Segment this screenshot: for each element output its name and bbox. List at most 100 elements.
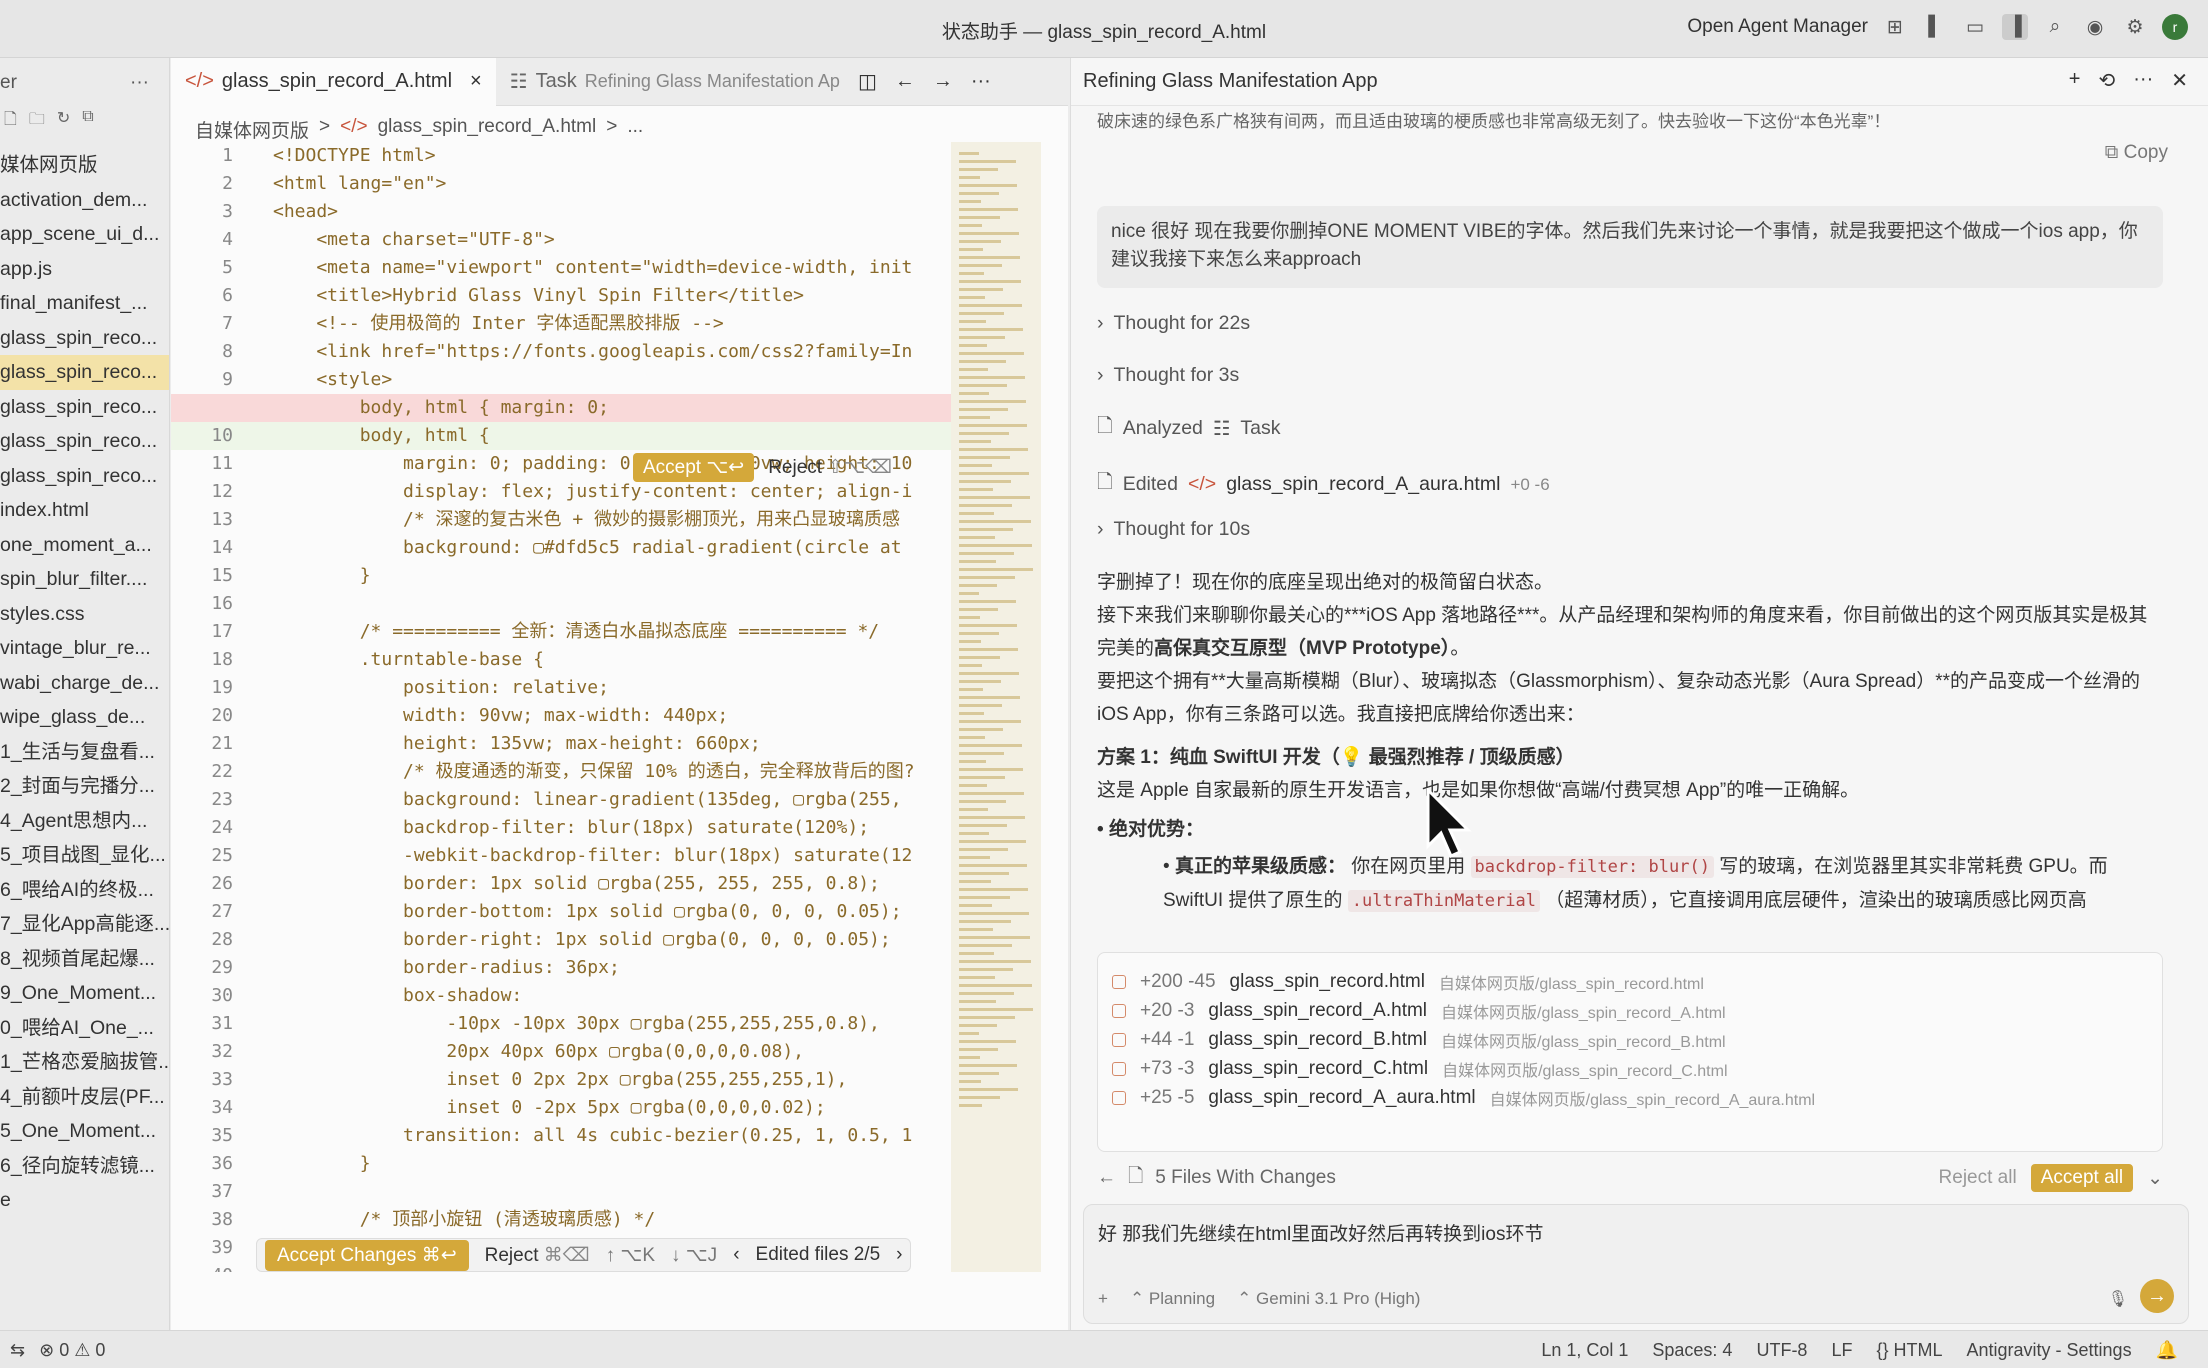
thought-row[interactable]: › Thought for 3s: [1097, 364, 1239, 387]
file-item[interactable]: glass_spin_reco...: [0, 459, 169, 494]
file-item[interactable]: 5_项目战图_显化...: [0, 838, 169, 873]
refresh-icon[interactable]: ↻: [57, 108, 70, 148]
file-item[interactable]: spin_blur_filter....: [0, 562, 169, 597]
changed-file-name[interactable]: glass_spin_record_B.html: [1208, 1029, 1427, 1051]
remote-icon[interactable]: ⇆: [10, 1340, 25, 1361]
encoding[interactable]: UTF-8: [1756, 1340, 1807, 1361]
file-item[interactable]: 6_喂给AI的终极...: [0, 873, 169, 908]
next-file-icon[interactable]: ›: [896, 1244, 902, 1266]
panel-bottom-icon[interactable]: ▭: [1962, 14, 1988, 40]
file-item[interactable]: 1_生活与复盘看...: [0, 735, 169, 770]
avatar[interactable]: r: [2162, 14, 2188, 40]
new-file-icon[interactable]: 🗋: [4, 108, 17, 148]
tab-glass-spin-record-a[interactable]: </> glass_spin_record_A.html ×: [171, 57, 496, 106]
file-item[interactable]: vintage_blur_re...: [0, 631, 169, 666]
file-item[interactable]: app_scene_ui_d...: [0, 217, 169, 252]
file-item[interactable]: activation_dem...: [0, 183, 169, 218]
close-icon[interactable]: ✕: [2171, 68, 2188, 93]
edited-row[interactable]: 🗋 Edited </> glass_spin_record_A_aura.html +…: [1097, 468, 1550, 501]
close-icon[interactable]: ×: [470, 70, 482, 93]
file-item[interactable]: wabi_charge_de...: [0, 666, 169, 701]
file-item[interactable]: wipe_glass_de...: [0, 700, 169, 735]
copy-button[interactable]: ⧉ Copy: [2105, 142, 2168, 164]
code-area[interactable]: 1 <!DOCTYPE html> 2 <html lang="en"> 3 <head>…: [171, 142, 951, 1272]
cursor-position[interactable]: Ln 1, Col 1: [1541, 1340, 1628, 1361]
problems-indicator[interactable]: ⊗ 0 ⚠ 0: [39, 1340, 105, 1361]
more-icon[interactable]: ···: [971, 70, 991, 93]
search-icon[interactable]: ⌕: [2042, 14, 2068, 40]
language-mode[interactable]: {} HTML: [1876, 1340, 1942, 1361]
thought-row[interactable]: › Thought for 10s: [1097, 518, 1250, 541]
layout-icon[interactable]: ⊞: [1882, 14, 1908, 40]
file-item[interactable]: glass_spin_reco...: [0, 390, 169, 425]
next-change-button[interactable]: ↓ ⌥J: [671, 1244, 717, 1267]
file-item[interactable]: 4_前额叶皮层(PF...: [0, 1080, 169, 1115]
changed-file-name[interactable]: glass_spin_record_A_aura.html: [1208, 1087, 1475, 1109]
split-icon[interactable]: ◫: [858, 69, 877, 94]
changed-file-row[interactable]: +73 -3 glass_spin_record_C.html 自媒体网页版/gla…: [1098, 1054, 2162, 1083]
prev-change-button[interactable]: ↑ ⌥K: [606, 1244, 655, 1267]
settings-link[interactable]: Antigravity - Settings: [1967, 1340, 2132, 1361]
mic-icon[interactable]: 🎙: [2108, 1289, 2128, 1309]
changed-file-name[interactable]: glass_spin_record.html: [1230, 971, 1425, 993]
file-item[interactable]: app.js: [0, 252, 169, 287]
changed-file-name[interactable]: glass_spin_record_A.html: [1208, 1000, 1427, 1022]
accept-changes-button[interactable]: Accept Changes ⌘↩: [265, 1239, 469, 1271]
back-icon[interactable]: ←: [895, 70, 915, 93]
mode-select[interactable]: ⌃ Planning: [1130, 1289, 1215, 1309]
file-item[interactable]: 1_芒格恋爱脑拔管...: [0, 1045, 169, 1080]
file-item[interactable]: glass_spin_reco...: [0, 321, 169, 356]
file-item[interactable]: 9_One_Moment...: [0, 976, 169, 1011]
accept-all-button[interactable]: Accept all: [2030, 1164, 2134, 1192]
file-item[interactable]: styles.css: [0, 597, 169, 632]
agent-icon[interactable]: ◉: [2082, 14, 2108, 40]
inline-reject-button[interactable]: Reject ⇧⌥⌫: [768, 456, 892, 479]
minimap[interactable]: [951, 142, 1041, 1272]
prev-file-icon[interactable]: ‹: [733, 1244, 739, 1266]
chevron-down-icon[interactable]: ⌄: [2147, 1167, 2163, 1190]
file-item[interactable]: 2_封面与完播分...: [0, 769, 169, 804]
inline-accept-button[interactable]: Accept ⌥↩: [633, 452, 755, 482]
file-item[interactable]: final_manifest_...: [0, 286, 169, 321]
indentation[interactable]: Spaces: 4: [1652, 1340, 1732, 1361]
file-item[interactable]: 媒体网页版: [0, 148, 169, 183]
model-select[interactable]: ⌃ Gemini 3.1 Pro (High): [1237, 1289, 1420, 1309]
file-item[interactable]: 8_视频首尾起爆...: [0, 942, 169, 977]
file-item[interactable]: glass_spin_reco...: [0, 355, 169, 390]
history-icon[interactable]: ⟲: [2098, 68, 2115, 93]
collapse-icon[interactable]: ⧉: [82, 108, 93, 148]
bell-icon[interactable]: 🔔: [2156, 1340, 2178, 1361]
file-item[interactable]: glass_spin_reco...: [0, 424, 169, 459]
new-chat-icon[interactable]: +: [2069, 68, 2081, 93]
breadcrumb-folder[interactable]: 自媒体网页版: [195, 116, 309, 142]
breadcrumb-file[interactable]: glass_spin_record_A.html: [378, 116, 597, 142]
file-item[interactable]: 4_Agent思想内...: [0, 804, 169, 839]
reject-all-button[interactable]: Reject all: [1939, 1167, 2017, 1189]
thought-row[interactable]: › Thought for 22s: [1097, 312, 1250, 335]
forward-icon[interactable]: →: [933, 70, 953, 93]
file-item[interactable]: 6_径向旋转滤镜...: [0, 1149, 169, 1184]
chat-input[interactable]: 好 那我们先继续在html里面改好然后再转换到ios环节 + ⌃ Plannin…: [1083, 1204, 2189, 1324]
more-icon[interactable]: ···: [130, 72, 149, 94]
analyzed-row[interactable]: 🗋 Analyzed ☷ Task: [1097, 412, 1281, 445]
changed-file-row[interactable]: +20 -3 glass_spin_record_A.html 自媒体网页版/gla…: [1098, 996, 2162, 1025]
new-folder-icon[interactable]: 🗀: [29, 108, 45, 148]
changed-file-row[interactable]: +200 -45 glass_spin_record.html 自媒体网页版/gla…: [1098, 967, 2162, 996]
sidebar-right-icon[interactable]: ▐: [2002, 14, 2028, 40]
file-item[interactable]: 7_显化App高能逐...: [0, 907, 169, 942]
changed-file-row[interactable]: +44 -1 glass_spin_record_B.html 自媒体网页版/gla…: [1098, 1025, 2162, 1054]
file-item[interactable]: 5_One_Moment...: [0, 1114, 169, 1149]
file-item[interactable]: index.html: [0, 493, 169, 528]
files-changed-label[interactable]: 5 Files With Changes: [1155, 1167, 1336, 1189]
gear-icon[interactable]: ⚙: [2122, 14, 2148, 40]
reject-changes-button[interactable]: Reject ⌘⌫: [485, 1244, 590, 1267]
send-button[interactable]: →: [2140, 1279, 2174, 1313]
open-agent-manager[interactable]: Open Agent Manager: [1687, 16, 1868, 38]
line-ending[interactable]: LF: [1831, 1340, 1852, 1361]
back-icon[interactable]: ←: [1097, 1167, 1116, 1189]
file-item[interactable]: 0_喂给AI_One_...: [0, 1011, 169, 1046]
changed-file-name[interactable]: glass_spin_record_C.html: [1208, 1058, 1428, 1080]
more-icon[interactable]: ···: [2133, 68, 2153, 93]
chat-input-text[interactable]: 好 那我们先继续在html里面改好然后再转换到ios环节: [1098, 1219, 1543, 1246]
file-item[interactable]: one_moment_a...: [0, 528, 169, 563]
